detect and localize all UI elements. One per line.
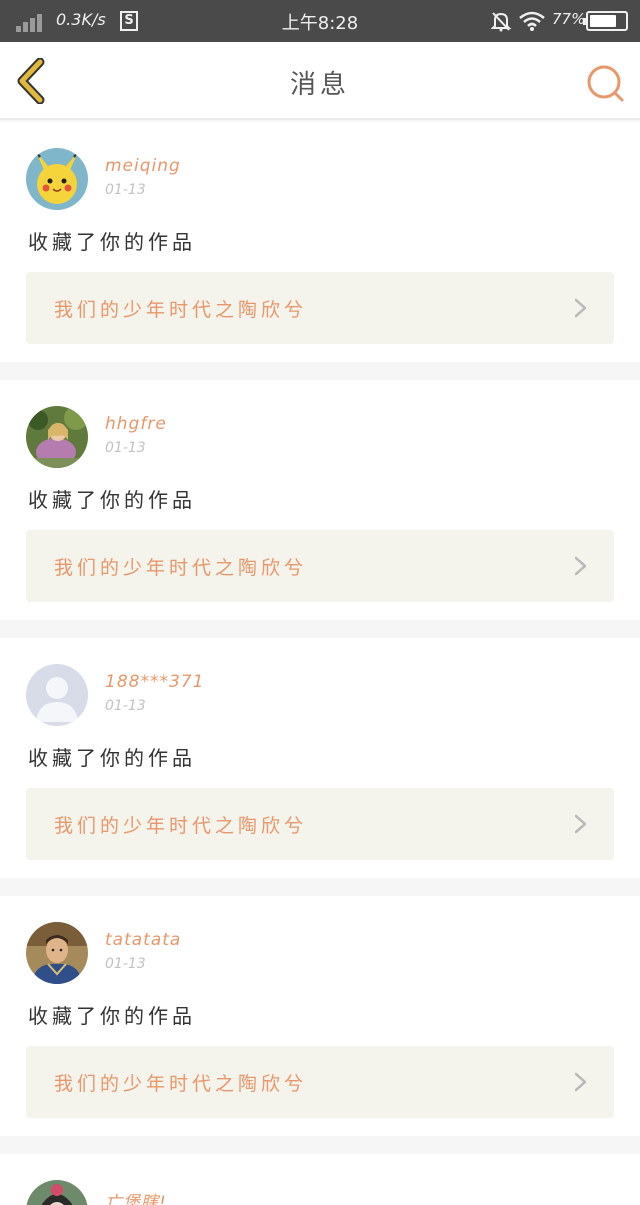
work-link[interactable]: 我们的少年时代之陶欣兮	[26, 1046, 614, 1118]
app-header: 消息	[0, 42, 640, 120]
username[interactable]: hhgfre	[105, 414, 167, 434]
default-avatar[interactable]	[26, 664, 88, 726]
mute-bell-icon	[490, 12, 512, 32]
chevron-right-icon	[574, 298, 587, 318]
photo-avatar[interactable]	[26, 922, 88, 984]
username[interactable]: meiqing	[105, 156, 181, 176]
message-card: meiqing 01-13 收藏了你的作品 我们的少年时代之陶欣兮	[0, 122, 640, 362]
username[interactable]: tatatata	[105, 930, 181, 950]
action-text: 收藏了你的作品	[28, 1004, 196, 1028]
work-link[interactable]: 我们的少年时代之陶欣兮	[26, 788, 614, 860]
action-text: 收藏了你的作品	[28, 488, 196, 512]
action-text: 收藏了你的作品	[28, 230, 196, 254]
work-link[interactable]: 我们的少年时代之陶欣兮	[26, 272, 614, 344]
photo-avatar[interactable]	[26, 1180, 88, 1205]
chevron-right-icon	[574, 814, 587, 834]
message-date: 01-13	[105, 440, 146, 456]
work-title: 我们的少年时代之陶欣兮	[54, 1073, 308, 1095]
message-date: 01-13	[105, 182, 146, 198]
username[interactable]: 188***371	[105, 672, 204, 692]
username[interactable]: 亡堡瞎!	[105, 1188, 167, 1205]
battery-percent: 77%	[552, 10, 586, 28]
action-text: 收藏了你的作品	[28, 746, 196, 770]
wifi-icon	[519, 11, 545, 31]
chevron-right-icon	[574, 1072, 587, 1092]
message-card: 188***371 01-13 收藏了你的作品 我们的少年时代之陶欣兮	[0, 638, 640, 878]
message-card: 亡堡瞎!	[0, 1154, 640, 1205]
work-link[interactable]: 我们的少年时代之陶欣兮	[26, 530, 614, 602]
search-icon[interactable]	[584, 62, 626, 104]
page-title: 消息	[289, 70, 350, 100]
work-title: 我们的少年时代之陶欣兮	[54, 557, 308, 579]
message-date: 01-13	[105, 956, 146, 972]
message-card: tatatata 01-13 收藏了你的作品 我们的少年时代之陶欣兮	[0, 896, 640, 1136]
chevron-right-icon	[574, 556, 587, 576]
work-title: 我们的少年时代之陶欣兮	[54, 815, 308, 837]
message-card: hhgfre 01-13 收藏了你的作品 我们的少年时代之陶欣兮	[0, 380, 640, 620]
battery-icon	[583, 11, 628, 31]
pikachu-avatar[interactable]	[26, 148, 88, 210]
status-bar: 0.3K/s S 上午8:28 77%	[0, 0, 640, 42]
message-date: 01-13	[105, 698, 146, 714]
photo-avatar[interactable]	[26, 406, 88, 468]
work-title: 我们的少年时代之陶欣兮	[54, 299, 308, 321]
